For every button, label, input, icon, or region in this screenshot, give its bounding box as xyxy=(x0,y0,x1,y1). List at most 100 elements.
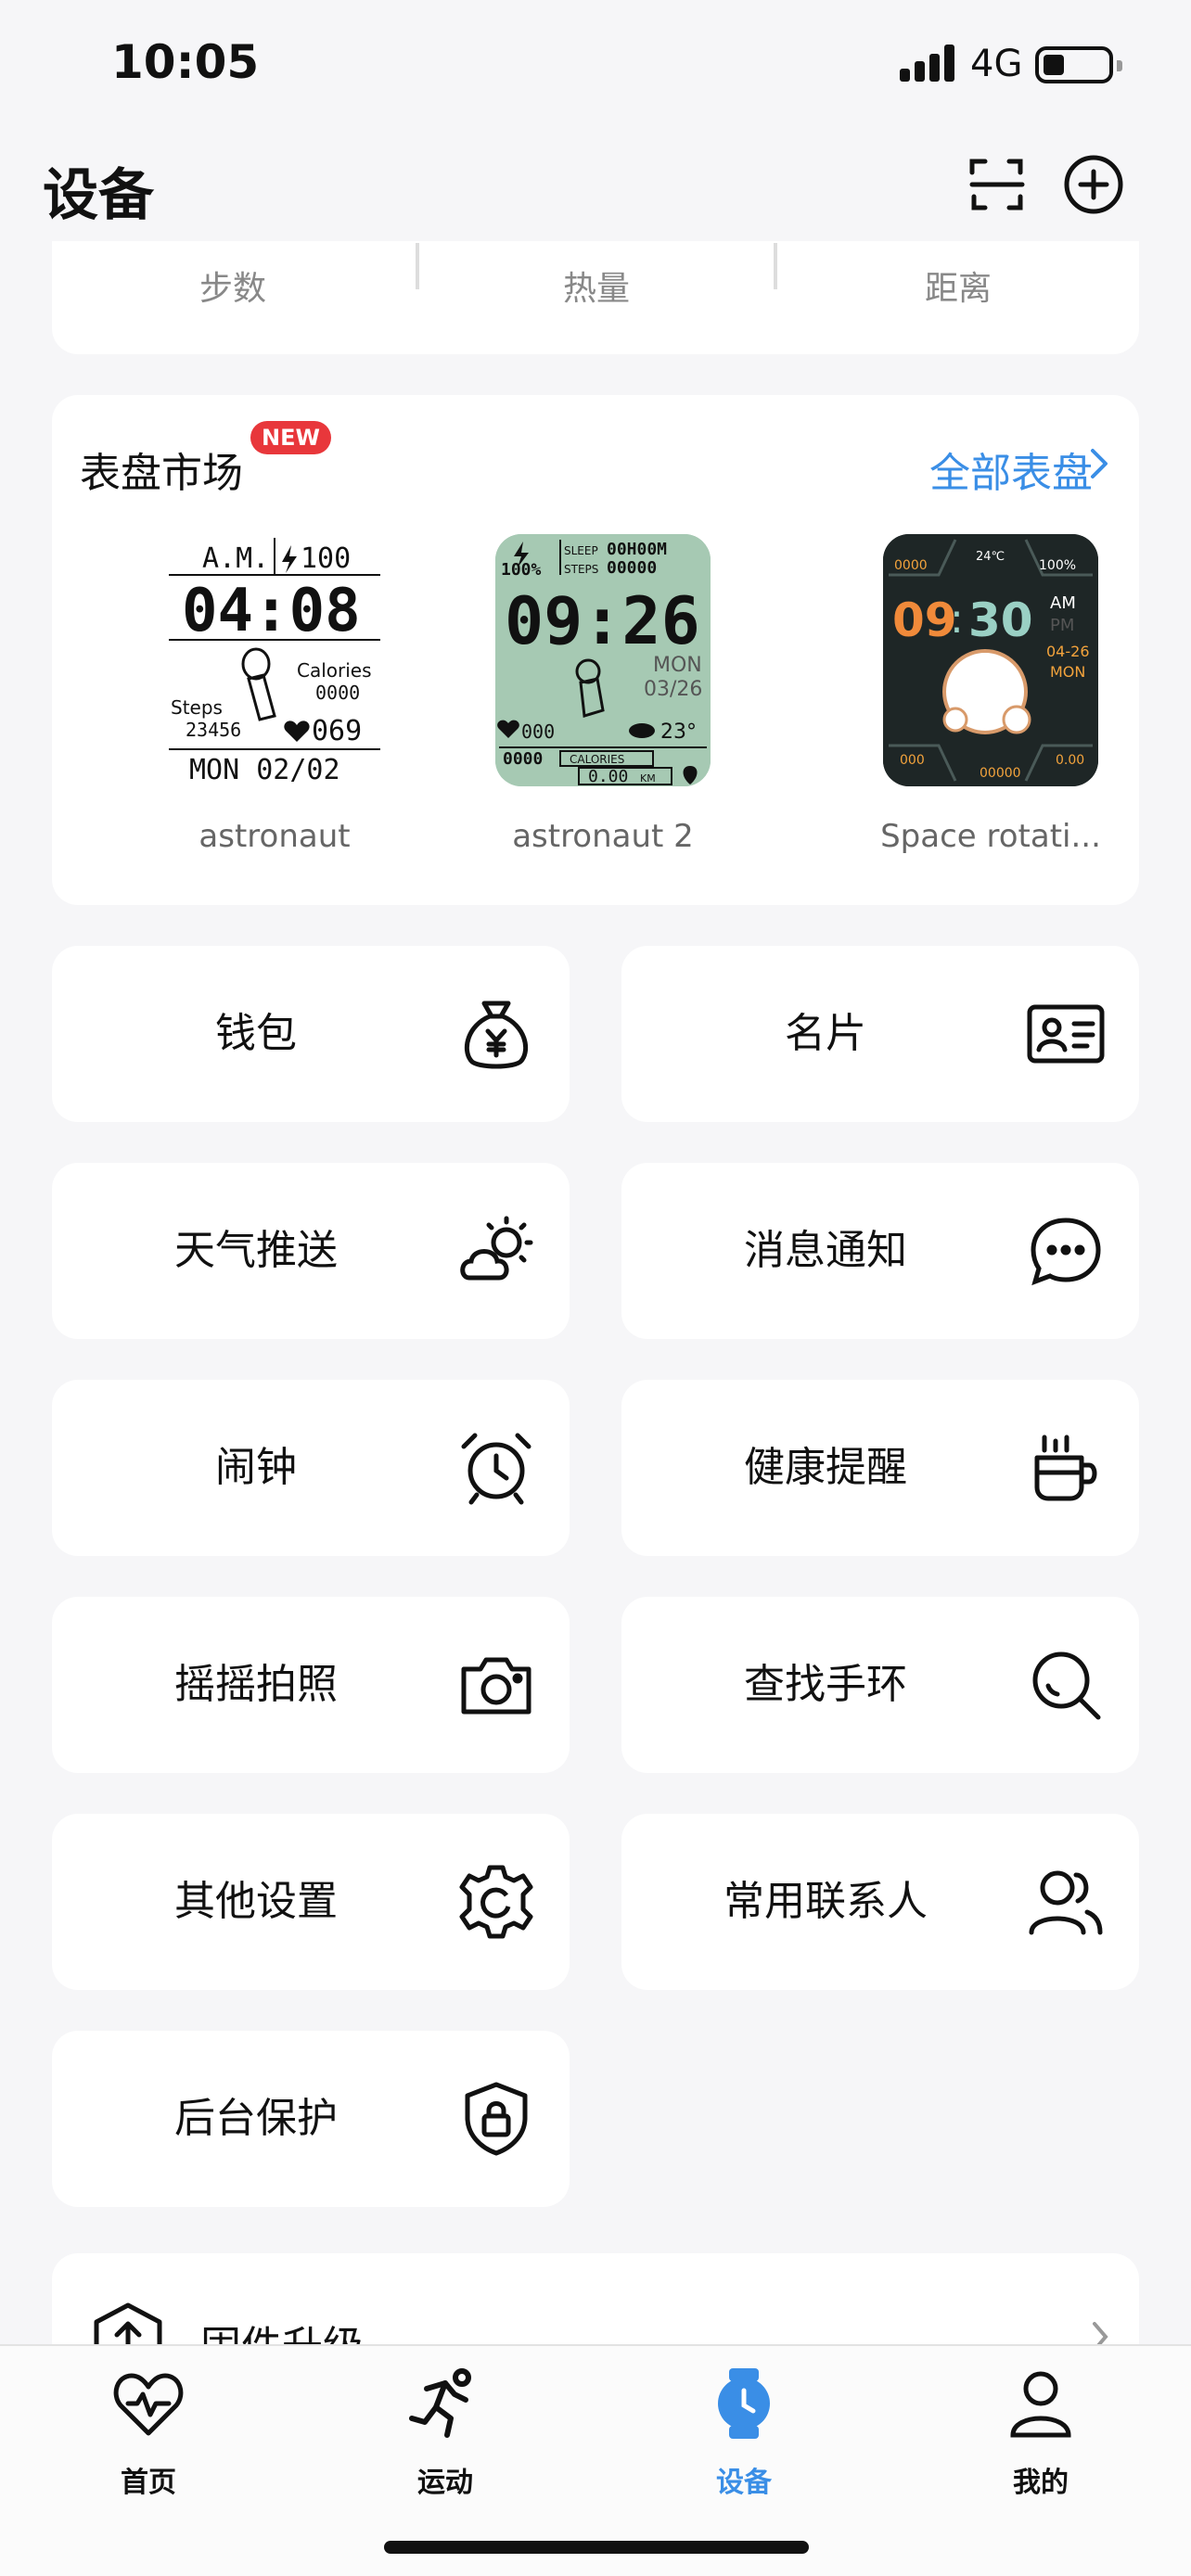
face-steps: 00000 xyxy=(607,558,657,578)
face-temperature: 24℃ xyxy=(976,550,1005,564)
tile-health-reminder[interactable]: 健康提醒 xyxy=(621,1380,1139,1556)
watch-face-preview: A.M. 100 04:08 Calories 0000 Steps 23456… xyxy=(167,534,382,786)
battery-icon xyxy=(1035,46,1122,83)
new-badge: NEW xyxy=(250,421,331,454)
tile-background-protection[interactable]: 后台保护 xyxy=(52,2031,570,2207)
tile-label: 后台保护 xyxy=(174,2095,338,2142)
face-heart: 069 xyxy=(312,715,362,747)
tile-business-card[interactable]: 名片 xyxy=(621,946,1139,1122)
scan-button[interactable] xyxy=(967,154,1028,215)
face-bottom-left: 000 xyxy=(900,753,925,768)
tile-label: 健康提醒 xyxy=(744,1444,907,1491)
face-calories: 0000 xyxy=(503,749,543,769)
alarm-clock-icon xyxy=(461,1433,531,1505)
tab-label: 设备 xyxy=(716,2467,772,2499)
face-battery: 100% xyxy=(1039,558,1076,573)
watch-face-name: astronaut xyxy=(198,818,351,855)
face-battery: 100% xyxy=(501,560,542,580)
face-pm: PM xyxy=(1050,616,1074,635)
tile-alarm[interactable]: 闹钟 xyxy=(52,1380,570,1556)
face-distance: 0.00 xyxy=(588,767,628,786)
watch-face-name: astronaut 2 xyxy=(512,818,694,855)
tile-label: 闹钟 xyxy=(215,1444,297,1491)
tile-shake-photo[interactable]: 摇摇拍照 xyxy=(52,1597,570,1773)
chat-bubble-icon xyxy=(1031,1218,1101,1286)
face-distance-unit: KM xyxy=(640,772,656,784)
profile-icon xyxy=(1010,2371,1071,2438)
signal-icon xyxy=(900,45,957,82)
tile-wallet[interactable]: 钱包 xyxy=(52,946,570,1122)
tile-message-notify[interactable]: 消息通知 xyxy=(621,1163,1139,1339)
tile-label: 名片 xyxy=(785,1010,866,1057)
camera-icon xyxy=(461,1657,531,1715)
chevron-right-icon[interactable] xyxy=(1087,447,1111,480)
tile-label: 钱包 xyxy=(215,1010,297,1057)
watch-face-preview: 0000 24℃ 100% 09 : 30 AM PM 04-26 MON 00… xyxy=(883,534,1098,786)
tab-sports[interactable]: 运动 xyxy=(352,2366,538,2506)
tab-device[interactable]: 设备 xyxy=(651,2366,837,2506)
watch-face-space-rotation[interactable]: 0000 24℃ 100% 09 : 30 AM PM 04-26 MON 00… xyxy=(883,534,1098,786)
watch-face-name: Space rotati... xyxy=(880,818,1101,855)
money-bag-icon xyxy=(464,1001,529,1069)
weather-icon xyxy=(460,1216,533,1281)
face-sleep-label: SLEEP xyxy=(564,544,598,557)
contacts-icon xyxy=(1029,1870,1103,1935)
watch-face-astronaut[interactable]: A.M. 100 04:08 Calories 0000 Steps 23456… xyxy=(167,534,382,786)
tile-label: 其他设置 xyxy=(174,1878,338,1925)
face-calories-label: CALORIES xyxy=(570,753,624,766)
face-steps: 23456 xyxy=(186,719,241,741)
face-sleep: 00H00M xyxy=(607,540,667,559)
page-title: 设备 xyxy=(43,163,154,228)
face-bottom-right: 0.00 xyxy=(1056,753,1084,768)
face-temp: 23° xyxy=(660,721,697,744)
tile-label: 常用联系人 xyxy=(724,1878,928,1925)
tile-other-settings[interactable]: 其他设置 xyxy=(52,1814,570,1990)
tile-label: 查找手环 xyxy=(744,1661,907,1708)
face-battery: 100 xyxy=(301,542,351,575)
heart-pulse-icon xyxy=(113,2373,184,2436)
face-weekday: MON xyxy=(653,654,702,677)
face-steps-label: STEPS xyxy=(564,563,598,576)
face-top-left: 0000 xyxy=(894,558,928,573)
tile-contacts[interactable]: 常用联系人 xyxy=(621,1814,1139,1990)
watch-icon xyxy=(718,2368,770,2439)
plus-circle-icon xyxy=(1064,155,1123,214)
face-time: 09:26 xyxy=(505,583,700,659)
face-hour: 09 xyxy=(892,593,957,647)
tab-home[interactable]: 首页 xyxy=(56,2366,241,2506)
face-weekday: MON xyxy=(1050,663,1085,681)
watch-face-preview: 100% SLEEP 00H00M STEPS 00000 09:26 MON … xyxy=(495,534,711,786)
face-ampm: A.M. xyxy=(202,542,269,575)
tile-find-band[interactable]: 查找手环 xyxy=(621,1597,1139,1773)
tile-label: 消息通知 xyxy=(744,1227,907,1274)
header: 设备 xyxy=(0,130,1191,241)
face-am: AM xyxy=(1050,593,1076,613)
svg-text::: : xyxy=(950,595,964,643)
add-device-button[interactable] xyxy=(1063,154,1124,215)
face-date: 03/26 xyxy=(644,678,702,701)
shield-lock-icon xyxy=(465,2082,528,2156)
tile-label: 天气推送 xyxy=(174,1227,338,1274)
face-date: 04-26 xyxy=(1046,643,1090,660)
home-indicator xyxy=(384,2541,809,2554)
stat-calories-label: 热量 xyxy=(562,270,630,308)
tab-profile[interactable]: 我的 xyxy=(948,2366,1133,2506)
id-card-icon xyxy=(1027,1004,1105,1064)
stat-steps-label: 步数 xyxy=(198,270,266,308)
watch-face-market: 表盘市场 NEW 全部表盘 A.M. 100 04:08 Calories 00… xyxy=(52,395,1139,905)
network-label: 4G xyxy=(970,43,1023,85)
face-minute: 30 xyxy=(968,593,1033,647)
face-date: MON 02/02 xyxy=(189,754,340,786)
stat-distance-label: 距离 xyxy=(924,270,992,308)
tab-label: 我的 xyxy=(1013,2467,1069,2499)
status-bar: 10:05 4G xyxy=(0,0,1191,130)
tile-weather-push[interactable]: 天气推送 xyxy=(52,1163,570,1339)
face-bottom-mid: 00000 xyxy=(980,766,1021,781)
face-calories-label: Calories xyxy=(297,659,372,682)
tab-label: 运动 xyxy=(417,2467,473,2499)
all-faces-link[interactable]: 全部表盘 xyxy=(929,440,1093,499)
face-calories: 0000 xyxy=(315,682,360,704)
watch-face-astronaut-2[interactable]: 100% SLEEP 00H00M STEPS 00000 09:26 MON … xyxy=(495,534,711,786)
coffee-cup-icon xyxy=(1034,1435,1097,1501)
scan-icon xyxy=(969,159,1025,210)
